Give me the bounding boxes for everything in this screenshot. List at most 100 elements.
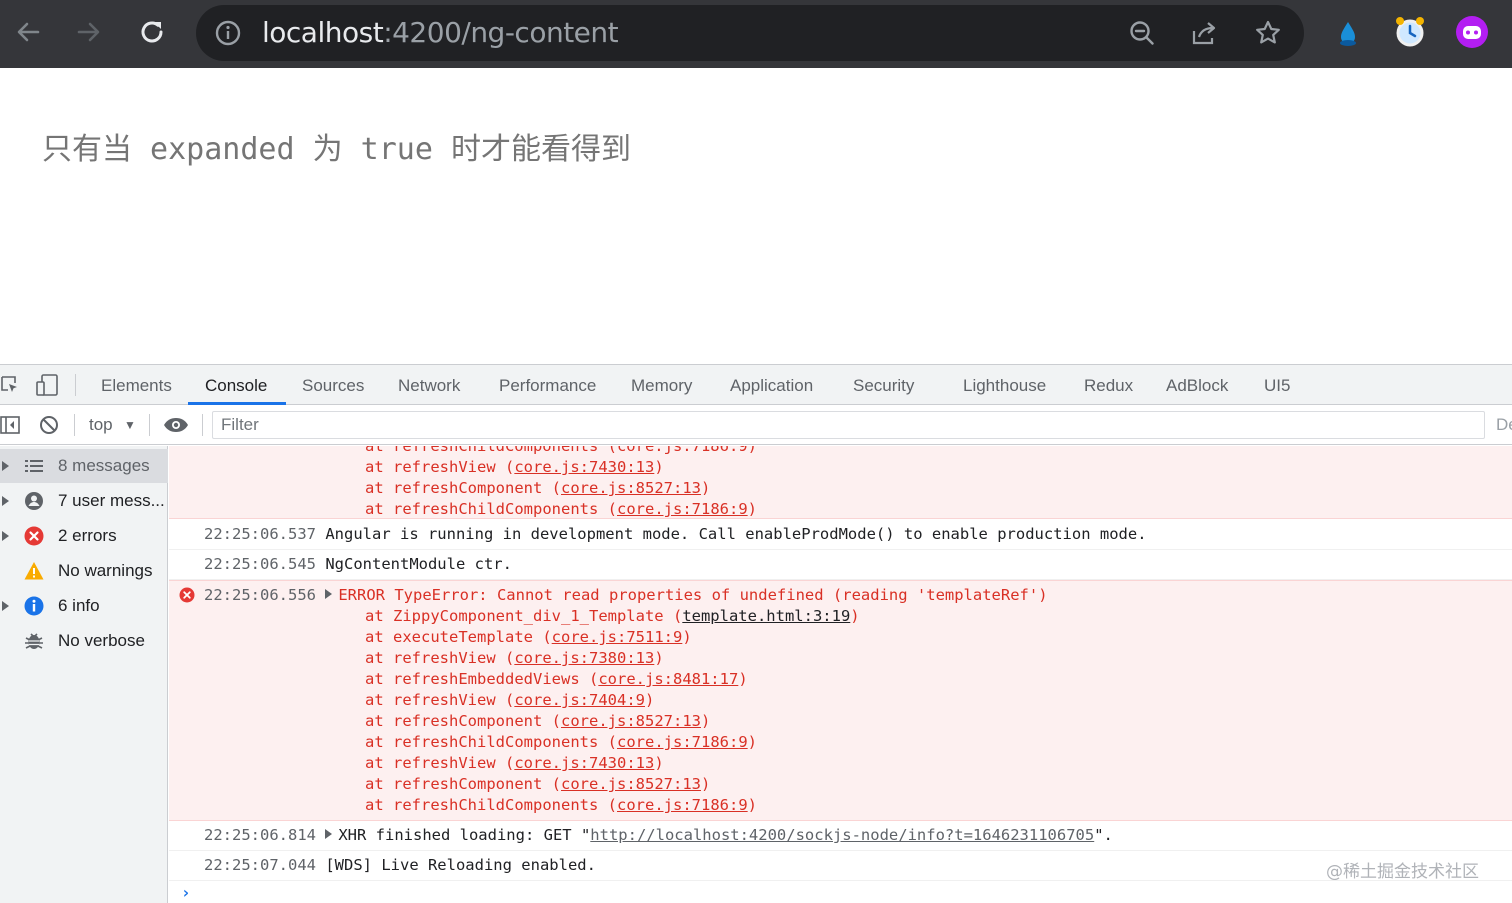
filter-field[interactable] — [212, 411, 1485, 439]
error-icon — [179, 587, 195, 603]
extension-bot-icon[interactable] — [1454, 14, 1490, 50]
tab-memory[interactable]: Memory — [631, 365, 692, 405]
console-log-message: 22:25:06.537 Angular is running in devel… — [169, 519, 1512, 550]
default-levels-label[interactable]: De — [1496, 415, 1512, 435]
sidebar-item-verbose[interactable]: No verbose — [0, 624, 168, 658]
source-link[interactable]: core.js:7186:9 — [617, 796, 748, 814]
reload-button[interactable] — [132, 12, 172, 52]
separator — [74, 414, 75, 436]
source-link[interactable]: core.js:8527:13 — [561, 479, 701, 497]
console-prompt-icon[interactable]: › — [181, 883, 191, 902]
stack-line: at refreshChildComponents (core.js:7186:… — [365, 500, 757, 518]
timestamp: 22:25:06.814 — [204, 826, 316, 844]
sidebar-item-label: No warnings — [58, 561, 153, 580]
stack-line: at refreshComponent (core.js:8527:13) — [365, 479, 711, 497]
sidebar-item-errors[interactable]: 2 errors — [0, 519, 168, 553]
console-error-message: 22:25:06.556 ERROR TypeError: Cannot rea… — [169, 580, 1512, 821]
extension-drop-icon[interactable] — [1330, 14, 1366, 50]
source-link[interactable]: core.js:7511:9 — [552, 628, 683, 646]
arrow-right-icon — [77, 22, 100, 42]
console-output: at refreshChildComponents (core.js:7186:… — [169, 446, 1512, 903]
sidebar-item-warnings[interactable]: No warnings — [0, 554, 168, 588]
extension-clock-icon[interactable] — [1392, 14, 1428, 50]
share-icon[interactable] — [1190, 19, 1218, 47]
clear-console-icon[interactable] — [39, 415, 59, 435]
context-selector[interactable]: top — [89, 415, 113, 435]
stack-line: at executeTemplate (core.js:7511:9) — [365, 628, 692, 646]
filter-input[interactable] — [213, 412, 1484, 438]
sidebar-item-user-messages[interactable]: 7 user mess... — [0, 484, 168, 518]
device-toolbar-icon[interactable] — [36, 374, 60, 396]
source-link[interactable]: core.js:7404:9 — [514, 691, 645, 709]
xhr-url-link[interactable]: http://localhost:4200/sockjs-node/info?t… — [590, 826, 1094, 844]
tab-lighthouse[interactable]: Lighthouse — [963, 365, 1046, 405]
tab-security[interactable]: Security — [853, 365, 914, 405]
expand-arrow-icon[interactable] — [2, 601, 9, 611]
address-bar[interactable]: localhost:4200/ng-content — [196, 5, 1304, 61]
expand-arrow-icon[interactable] — [2, 496, 9, 506]
log-text: Angular is running in development mode. … — [325, 525, 1147, 543]
expand-arrow-icon[interactable] — [2, 461, 9, 471]
tab-adblock[interactable]: AdBlock — [1166, 365, 1228, 405]
stack-line: at refreshView (core.js:7430:13) — [365, 458, 664, 476]
source-link[interactable]: core.js:7380:13 — [514, 649, 654, 667]
log-text: [WDS] Live Reloading enabled. — [325, 856, 596, 874]
list-icon — [25, 460, 43, 472]
tab-sources[interactable]: Sources — [302, 365, 364, 405]
back-button[interactable] — [8, 12, 48, 52]
bug-icon — [25, 633, 43, 649]
bookmark-star-icon[interactable] — [1254, 19, 1282, 47]
tab-application[interactable]: Application — [730, 365, 813, 405]
inspect-element-icon[interactable] — [0, 375, 20, 395]
source-link[interactable]: template.html:3:19 — [682, 607, 850, 625]
console-sidebar: 8 messages 7 user mess... 2 errors No wa… — [0, 446, 168, 903]
sidebar-item-messages[interactable]: 8 messages — [0, 449, 168, 483]
forward-button[interactable] — [69, 12, 109, 52]
tab-ui5[interactable]: UI5 — [1264, 365, 1290, 405]
devtools-tab-bar: Elements Console Sources Network Perform… — [0, 365, 1512, 405]
info-icon[interactable] — [214, 19, 242, 47]
source-link[interactable]: core.js:8527:13 — [561, 712, 701, 730]
eye-icon[interactable] — [163, 417, 189, 433]
sidebar-item-info[interactable]: 6 info — [0, 589, 168, 623]
url-text[interactable]: localhost:4200/ng-content — [262, 15, 619, 51]
error-icon — [24, 526, 44, 546]
devtools-panel: Elements Console Sources Network Perform… — [0, 364, 1512, 903]
tab-network[interactable]: Network — [398, 365, 460, 405]
stack-line: at refreshEmbeddedViews (core.js:8481:17… — [365, 670, 748, 688]
sidebar-toggle-icon[interactable] — [0, 416, 20, 434]
tab-redux[interactable]: Redux — [1084, 365, 1133, 405]
stack-line: at refreshChildComponents (core.js:7186:… — [365, 796, 757, 814]
sidebar-item-label: 2 errors — [58, 526, 117, 545]
sidebar-item-label: No verbose — [58, 631, 145, 650]
source-link[interactable]: core.js:7186:9 — [617, 500, 748, 518]
arrow-left-icon — [17, 22, 40, 42]
tab-console[interactable]: Console — [205, 365, 267, 405]
source-link[interactable]: core.js:7186:9 — [617, 733, 748, 751]
timestamp: 22:25:06.556 — [204, 586, 316, 604]
expand-arrow-icon[interactable] — [325, 589, 333, 599]
expand-arrow-icon[interactable] — [2, 531, 9, 541]
expand-arrow-icon[interactable] — [325, 829, 333, 839]
source-link[interactable]: core.js:8527:13 — [561, 775, 701, 793]
tab-performance[interactable]: Performance — [499, 365, 596, 405]
zoom-icon[interactable] — [1128, 19, 1156, 47]
sidebar-item-label: 6 info — [58, 596, 100, 615]
stack-line: at ZippyComponent_div_1_Template (templa… — [365, 607, 860, 625]
reload-icon — [141, 21, 163, 43]
source-link[interactable]: core.js:7430:13 — [514, 458, 654, 476]
separator — [149, 414, 150, 436]
page-viewport: 只有当 expanded 为 true 时才能看得到 — [0, 68, 1512, 364]
source-link[interactable]: core.js:8481:17 — [598, 670, 738, 688]
tab-elements[interactable]: Elements — [101, 365, 172, 405]
stack-line: at refreshChildComponents (core.js:7186:… — [365, 733, 757, 751]
timestamp: 22:25:06.537 — [204, 525, 316, 543]
browser-toolbar: localhost:4200/ng-content — [0, 0, 1512, 68]
log-text: NgContentModule ctr. — [325, 555, 512, 573]
stack-line: at refreshView (core.js:7404:9) — [365, 691, 655, 709]
info-icon — [24, 596, 44, 616]
chevron-down-icon[interactable]: ▼ — [124, 418, 136, 432]
page-text: 只有当 expanded 为 true 时才能看得到 — [42, 132, 631, 167]
source-link[interactable]: core.js:7430:13 — [514, 754, 654, 772]
sidebar-item-label: 7 user mess... — [58, 491, 164, 510]
